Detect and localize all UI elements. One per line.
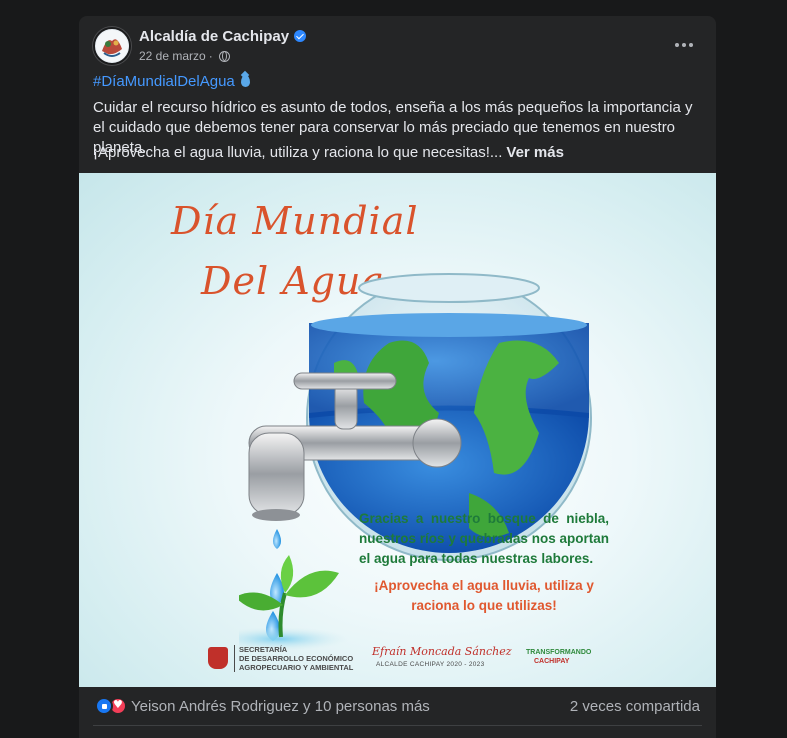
more-options-button[interactable] [666,33,702,57]
reactions-bar: Yeison Andrés Rodriguez y 10 personas má… [79,687,716,725]
cachipay-text: CACHIPAY [534,658,570,665]
alcalde-subtitle: ALCALDE CACHIPAY 2020 - 2023 [376,661,485,668]
post-meta: 22 de marzo · [139,49,230,63]
secretaria-label: SECRETARÍA DE DESARROLLO ECONÓMICO AGROP… [234,645,353,672]
alcalde-signature: Efraín Moncada Sánchez [372,645,512,658]
page-name-text[interactable]: Alcaldía de Cachipay [139,28,289,45]
page-name[interactable]: Alcaldía de Cachipay [139,28,307,45]
avatar-logo-icon [96,30,128,62]
dot-icon [675,43,679,47]
post-caption-line: ¡Aprovecha el agua lluvia, utiliza y rac… [93,144,564,161]
plant-sprout [239,555,349,651]
hashtag-link[interactable]: #DíaMundialDelAgua [93,73,250,90]
water-drop-icon [240,75,250,87]
dot-icon [689,43,693,47]
like-reaction-icon[interactable] [95,697,113,715]
reactions-summary[interactable]: Yeison Andrés Rodriguez y 10 personas má… [131,698,430,715]
globe-icon[interactable] [218,50,230,62]
caption-text: ¡Aprovecha el agua lluvia, utiliza y rac… [93,144,503,161]
transformando-text: TRANSFORMANDO [526,649,592,656]
dot-icon [682,43,686,47]
post-date[interactable]: 22 de marzo [139,49,206,63]
post-header: Alcaldía de Cachipay 22 de marzo · [79,16,716,78]
image-message-orange: ¡Aprovecha el agua lluvia, utiliza y rac… [374,578,594,613]
meta-separator: · [208,49,213,63]
image-message-green: Gracias a nuestro bosque de niebla, nues… [359,511,609,566]
shares-count[interactable]: 2 veces compartida [570,698,700,715]
divider [93,725,702,726]
verified-badge-icon [294,30,307,42]
shield-emblem-icon [208,647,228,669]
transformando-cachipay-logo: TRANSFORMANDO CACHIPAY [526,643,591,671]
post-image[interactable]: Día Mundial Del Agua Gracias a nuestro b… [79,173,716,687]
image-footer-logos: SECRETARÍA DE DESARROLLO ECONÓMICO AGROP… [204,639,591,675]
see-more-link[interactable]: Ver más [506,144,564,161]
page-avatar[interactable] [93,27,131,65]
facebook-post: Alcaldía de Cachipay 22 de marzo · #DíaM… [79,16,716,738]
hashtag-text[interactable]: #DíaMundialDelAgua [93,73,235,90]
